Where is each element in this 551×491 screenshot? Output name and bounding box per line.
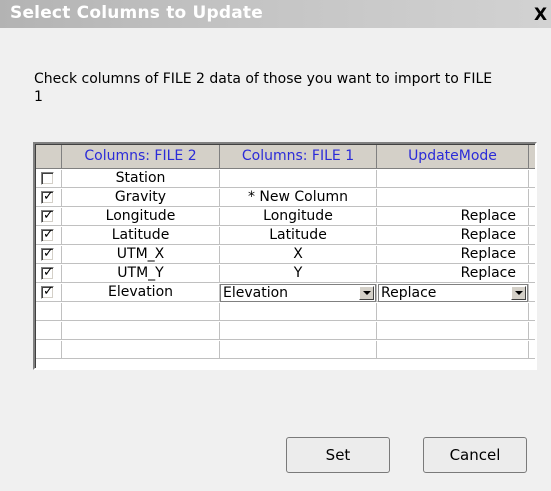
cancel-button[interactable]: Cancel — [423, 437, 527, 473]
header-spacer — [529, 145, 535, 169]
row-select-cell: ✓ — [36, 246, 62, 264]
header-update-mode[interactable]: UpdateMode — [377, 145, 529, 169]
table-row-empty — [36, 341, 535, 359]
table-row: Station — [36, 170, 535, 188]
checkmark-icon: ✓ — [43, 189, 54, 204]
header-select — [36, 145, 62, 169]
file2-column-cell[interactable]: UTM_X — [62, 246, 220, 264]
row-select-cell: ✓ — [36, 189, 62, 207]
row-checkbox[interactable]: ✓ — [41, 284, 54, 299]
update-mode-cell[interactable] — [377, 189, 529, 207]
select-columns-dialog: Select Columns to Update X Check columns… — [0, 0, 551, 491]
checkmark-icon: ✓ — [43, 227, 54, 242]
file1-column-cell[interactable]: Longitude — [220, 208, 377, 226]
row-select-cell — [36, 170, 62, 188]
title-bar[interactable]: Select Columns to Update X — [0, 0, 551, 28]
file2-column-cell[interactable] — [62, 341, 220, 359]
table-row: ✓ Gravity * New Column — [36, 189, 535, 207]
header-columns-file2[interactable]: Columns: FILE 2 — [62, 145, 220, 169]
row-select-cell — [36, 341, 62, 359]
row-select-cell: ✓ — [36, 208, 62, 226]
update-mode-cell[interactable] — [377, 170, 529, 188]
file1-column-cell: Elevation — [220, 284, 377, 302]
table-row-empty — [36, 303, 535, 321]
header-columns-file1[interactable]: Columns: FILE 1 — [220, 145, 377, 169]
row-checkbox[interactable]: ✓ — [41, 246, 54, 261]
row-checkbox[interactable]: ✓ — [41, 227, 54, 242]
row-select-cell — [36, 303, 62, 321]
update-mode-dropdown-value: Replace — [381, 285, 437, 301]
chevron-down-icon — [363, 291, 371, 295]
file2-column-cell[interactable]: Longitude — [62, 208, 220, 226]
table-row-empty — [36, 322, 535, 340]
file1-column-cell[interactable] — [220, 341, 377, 359]
file2-column-cell[interactable] — [62, 303, 220, 321]
dropdown-button[interactable] — [359, 286, 374, 300]
update-mode-cell[interactable]: Replace — [377, 265, 529, 283]
file1-column-cell[interactable]: X — [220, 246, 377, 264]
table-row: ✓ Elevation Elevation Replace — [36, 284, 535, 302]
columns-grid-body: Columns: FILE 2 Columns: FILE 1 UpdateMo… — [35, 144, 535, 368]
row-spacer — [529, 265, 535, 283]
row-checkbox[interactable]: ✓ — [41, 265, 54, 280]
row-checkbox[interactable]: ✓ — [41, 208, 54, 223]
file2-column-cell[interactable]: Station — [62, 170, 220, 188]
table-row: ✓ UTM_Y Y Replace — [36, 265, 535, 283]
update-mode-cell[interactable]: Replace — [377, 208, 529, 226]
row-checkbox[interactable] — [41, 172, 54, 185]
columns-grid: Columns: FILE 2 Columns: FILE 1 UpdateMo… — [33, 142, 537, 370]
file1-column-cell[interactable]: Latitude — [220, 227, 377, 245]
file2-column-cell[interactable] — [62, 322, 220, 340]
close-button[interactable]: X — [530, 6, 551, 27]
file1-column-dropdown[interactable]: Elevation — [220, 284, 376, 302]
file2-column-cell[interactable]: UTM_Y — [62, 265, 220, 283]
update-mode-cell[interactable]: Replace — [377, 246, 529, 264]
update-mode-cell: Replace — [377, 284, 529, 302]
set-button[interactable]: Set — [286, 437, 390, 473]
checkmark-icon: ✓ — [43, 284, 54, 299]
row-spacer — [529, 303, 535, 321]
checkmark-icon: ✓ — [43, 246, 54, 261]
row-spacer — [529, 341, 535, 359]
dialog-title: Select Columns to Update — [10, 3, 263, 23]
update-mode-cell[interactable]: Replace — [377, 227, 529, 245]
checkmark-icon: ✓ — [43, 265, 54, 280]
update-mode-cell[interactable] — [377, 341, 529, 359]
checkmark-icon: ✓ — [43, 208, 54, 223]
row-spacer — [529, 189, 535, 207]
update-mode-dropdown[interactable]: Replace — [378, 284, 528, 302]
row-spacer — [529, 284, 535, 302]
table-row: ✓ Longitude Longitude Replace — [36, 208, 535, 226]
dropdown-button[interactable] — [511, 286, 526, 300]
row-spacer — [529, 208, 535, 226]
row-spacer — [529, 227, 535, 245]
file1-column-cell[interactable] — [220, 322, 377, 340]
file1-column-cell[interactable] — [220, 170, 377, 188]
row-select-cell: ✓ — [36, 227, 62, 245]
row-checkbox[interactable]: ✓ — [41, 189, 54, 204]
file1-column-dropdown-value: Elevation — [223, 285, 289, 301]
table-row: ✓ Latitude Latitude Replace — [36, 227, 535, 245]
file1-column-cell[interactable]: * New Column — [220, 189, 377, 207]
row-select-cell: ✓ — [36, 284, 62, 302]
row-spacer — [529, 322, 535, 340]
grid-header-row: Columns: FILE 2 Columns: FILE 1 UpdateMo… — [36, 145, 535, 169]
update-mode-cell[interactable] — [377, 322, 529, 340]
update-mode-cell[interactable] — [377, 303, 529, 321]
file2-column-cell[interactable]: Latitude — [62, 227, 220, 245]
file2-column-cell[interactable]: Elevation — [62, 284, 220, 302]
table-row: ✓ UTM_X X Replace — [36, 246, 535, 264]
close-icon: X — [533, 5, 548, 25]
file1-column-cell[interactable]: Y — [220, 265, 377, 283]
file2-column-cell[interactable]: Gravity — [62, 189, 220, 207]
file1-column-cell[interactable] — [220, 303, 377, 321]
row-spacer — [529, 246, 535, 264]
row-select-cell — [36, 322, 62, 340]
chevron-down-icon — [515, 291, 523, 295]
row-spacer — [529, 170, 535, 188]
instruction-text: Check columns of FILE 2 data of those yo… — [34, 71, 493, 105]
row-select-cell: ✓ — [36, 265, 62, 283]
